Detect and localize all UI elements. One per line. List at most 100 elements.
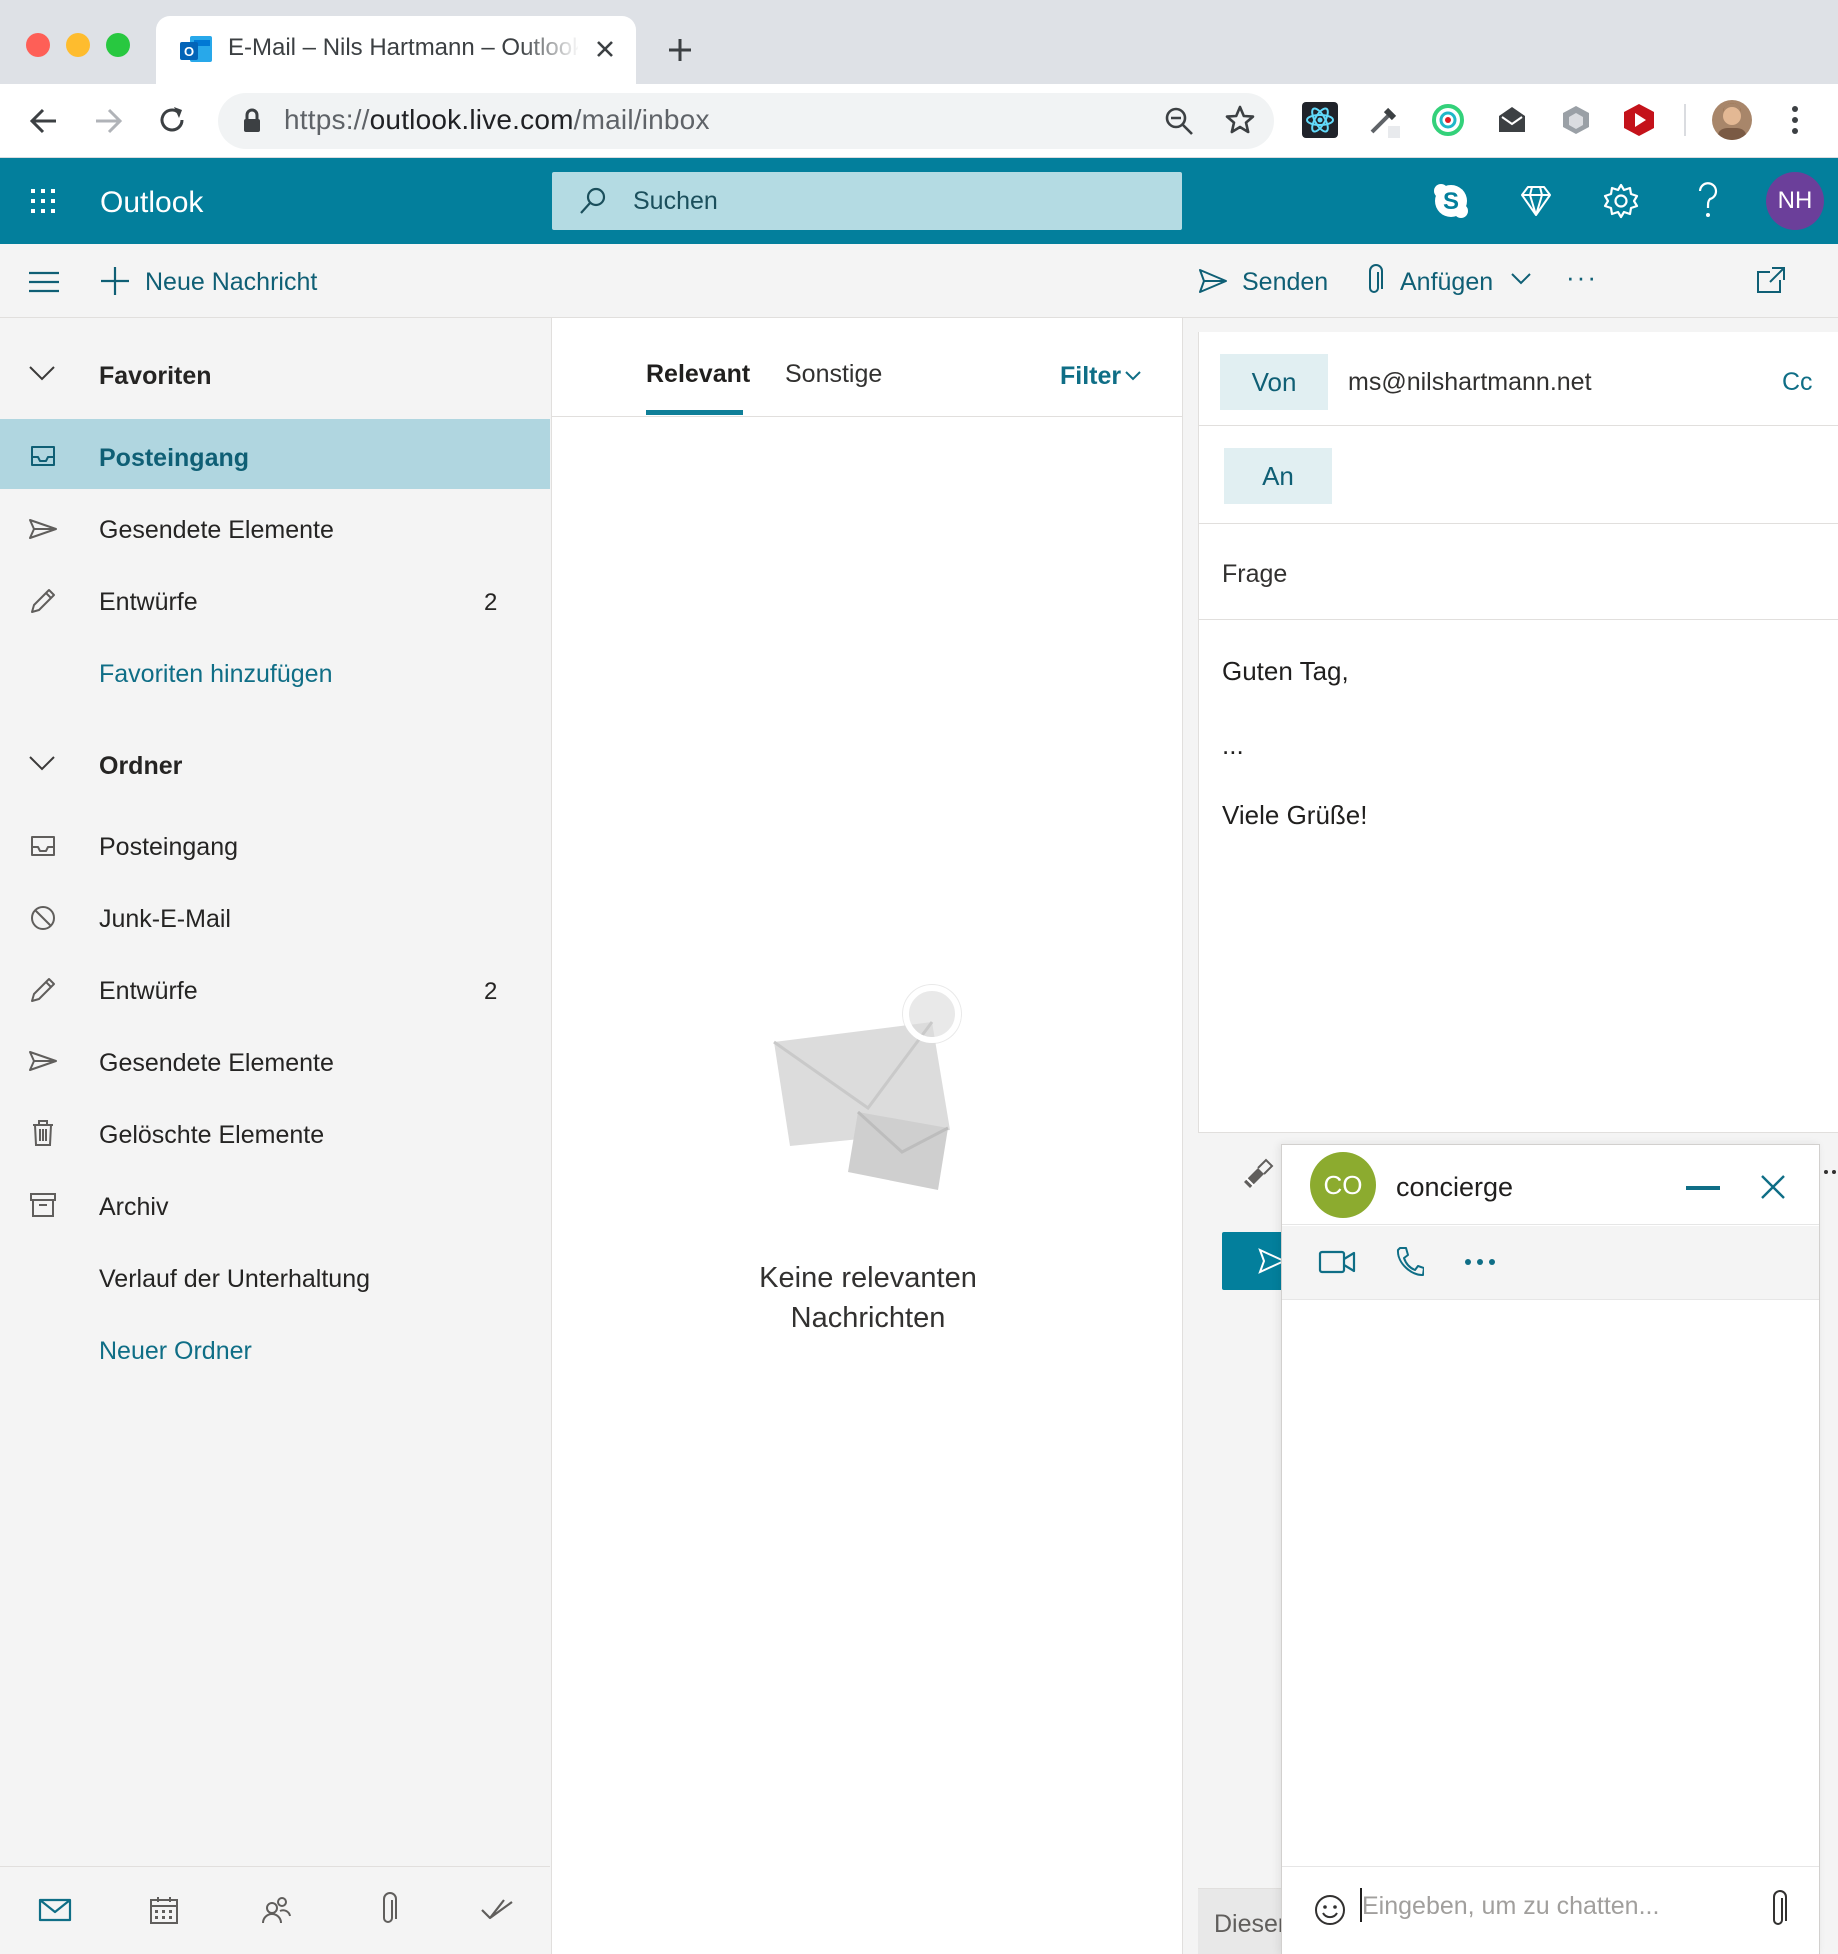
star-icon[interactable] — [1224, 104, 1256, 136]
paperclip-icon — [1364, 264, 1384, 298]
nav-label-favorite-inbox: Posteingang — [99, 444, 250, 472]
profile-avatar[interactable] — [1712, 100, 1752, 140]
emoji-icon[interactable] — [1314, 1894, 1346, 1926]
app-launcher-icon[interactable] — [30, 188, 56, 214]
new-message-button[interactable]: Neue Nachricht — [145, 268, 317, 297]
more-actions-button[interactable]: ··· — [1566, 262, 1598, 293]
minimize-window-button[interactable] — [66, 33, 90, 57]
inbox-icon — [28, 831, 58, 861]
search-icon — [578, 186, 608, 216]
lock-icon[interactable] — [242, 108, 262, 134]
premium-diamond-icon[interactable] — [1518, 184, 1554, 218]
eyedropper-icon[interactable] — [1366, 102, 1402, 138]
close-window-button[interactable] — [26, 33, 50, 57]
message-body-editor[interactable] — [1198, 620, 1838, 1132]
audio-call-icon[interactable] — [1394, 1246, 1424, 1278]
todo-module-icon[interactable] — [480, 1896, 514, 1924]
new-tab-icon[interactable] — [666, 36, 694, 64]
to-button[interactable]: An — [1224, 448, 1332, 504]
files-module-icon[interactable] — [378, 1892, 398, 1928]
format-painter-icon[interactable] — [1240, 1158, 1274, 1192]
calendar-module-icon[interactable] — [148, 1894, 180, 1926]
send-button[interactable]: Senden — [1242, 268, 1328, 297]
nav-item-favorite-inbox[interactable] — [0, 419, 550, 489]
nav-label-folder-deleted: Gelöschte Elemente — [99, 1121, 325, 1149]
mail-extension-icon[interactable] — [1494, 102, 1530, 138]
body-signoff: Viele Grüße! — [1222, 800, 1368, 830]
reload-icon[interactable] — [156, 104, 188, 136]
new-folder-link[interactable]: Neuer Ordner — [99, 1337, 252, 1366]
nav-item-folder-inbox[interactable] — [0, 814, 550, 884]
nav-item-folder-junk[interactable] — [0, 886, 550, 956]
send-icon — [28, 514, 58, 544]
filter-chevron-down-icon[interactable] — [1124, 370, 1142, 382]
outlook-favicon-icon: O — [180, 34, 214, 66]
favorites-header[interactable]: Favoriten — [99, 362, 212, 391]
folders-header[interactable]: Ordner — [99, 752, 182, 781]
svg-text:S: S — [1443, 188, 1459, 215]
nav-label-favorite-sent: Gesendete Elemente — [99, 516, 334, 544]
hamburger-menu-icon[interactable] — [28, 270, 60, 294]
folders-collapse-chevron-icon[interactable] — [28, 754, 56, 772]
extension-green-icon[interactable] — [1430, 102, 1466, 138]
chat-minimize-icon[interactable] — [1686, 1186, 1720, 1190]
chat-input[interactable]: Eingeben, um zu chatten... — [1362, 1892, 1659, 1921]
from-button[interactable]: Von — [1220, 354, 1328, 410]
user-avatar[interactable]: NH — [1766, 172, 1824, 230]
zoom-icon[interactable] — [1164, 106, 1194, 136]
cc-button[interactable]: Cc — [1782, 368, 1813, 397]
forward-icon[interactable] — [92, 106, 124, 136]
skype-icon[interactable]: S — [1432, 182, 1470, 220]
settings-gear-icon[interactable] — [1602, 182, 1640, 220]
tab-title-fade — [520, 30, 580, 66]
close-tab-icon[interactable] — [594, 38, 616, 60]
nav-item-favorite-drafts[interactable] — [0, 566, 550, 636]
plus-icon — [100, 266, 130, 296]
video-call-icon[interactable] — [1318, 1248, 1356, 1276]
trash-icon — [28, 1118, 58, 1148]
mail-module-icon[interactable] — [38, 1898, 72, 1922]
extension-grey-icon[interactable] — [1558, 102, 1594, 138]
add-favorite-link[interactable]: Favoriten hinzufügen — [99, 660, 332, 689]
url-text[interactable]: https://outlook.live.com/mail/inbox — [284, 104, 710, 136]
chat-contact-avatar[interactable]: CO — [1310, 1152, 1376, 1218]
attach-dropdown-chevron-icon[interactable] — [1510, 272, 1532, 286]
nav-item-folder-archive[interactable] — [0, 1174, 550, 1244]
youtube-extension-icon[interactable] — [1620, 102, 1658, 138]
people-module-icon[interactable] — [260, 1894, 292, 1926]
back-icon[interactable] — [28, 106, 60, 136]
chat-close-icon[interactable] — [1760, 1174, 1786, 1200]
nav-label-folder-inbox: Posteingang — [99, 833, 239, 861]
send-icon — [28, 1046, 58, 1076]
tab-relevant-underline — [646, 410, 743, 415]
favorites-collapse-chevron-icon[interactable] — [28, 364, 56, 382]
subject-field[interactable]: Frage — [1222, 560, 1287, 589]
chat-attach-paperclip-icon[interactable] — [1768, 1890, 1788, 1930]
subject-row[interactable] — [1198, 524, 1838, 620]
block-icon — [28, 903, 58, 933]
attach-button[interactable]: Anfügen — [1400, 268, 1493, 297]
tab-other[interactable]: Sonstige — [785, 360, 882, 389]
send-icon — [1198, 268, 1228, 294]
nav-label-folder-sent: Gesendete Elemente — [99, 1049, 334, 1077]
help-icon[interactable] — [1694, 180, 1722, 220]
tab-relevant[interactable]: Relevant — [646, 360, 750, 389]
toolbar-separator — [1684, 104, 1686, 136]
more-menu-icon[interactable] — [1790, 104, 1800, 136]
inbox-icon — [28, 441, 58, 471]
nav-item-folder-drafts[interactable] — [0, 958, 550, 1028]
chat-more-icon[interactable] — [1464, 1258, 1496, 1266]
pop-out-icon[interactable] — [1756, 266, 1786, 294]
nav-label-folder-conversation-history: Verlauf der Unterhaltung — [99, 1265, 371, 1293]
filter-button[interactable]: Filter — [1060, 362, 1121, 391]
nav-label-folder-junk: Junk-E-Mail — [99, 905, 231, 933]
to-input[interactable] — [1348, 444, 1828, 510]
nav-label-folder-drafts: Entwürfe — [99, 977, 198, 1005]
react-devtools-icon[interactable] — [1302, 102, 1338, 138]
compose-more-icon[interactable] — [1822, 1168, 1838, 1176]
svg-text:O: O — [184, 44, 194, 59]
maximize-window-button[interactable] — [106, 33, 130, 57]
chat-message-area — [1282, 1301, 1819, 1865]
chat-contact-name[interactable]: concierge — [1396, 1172, 1513, 1203]
outlook-brand[interactable]: Outlook — [100, 186, 203, 220]
